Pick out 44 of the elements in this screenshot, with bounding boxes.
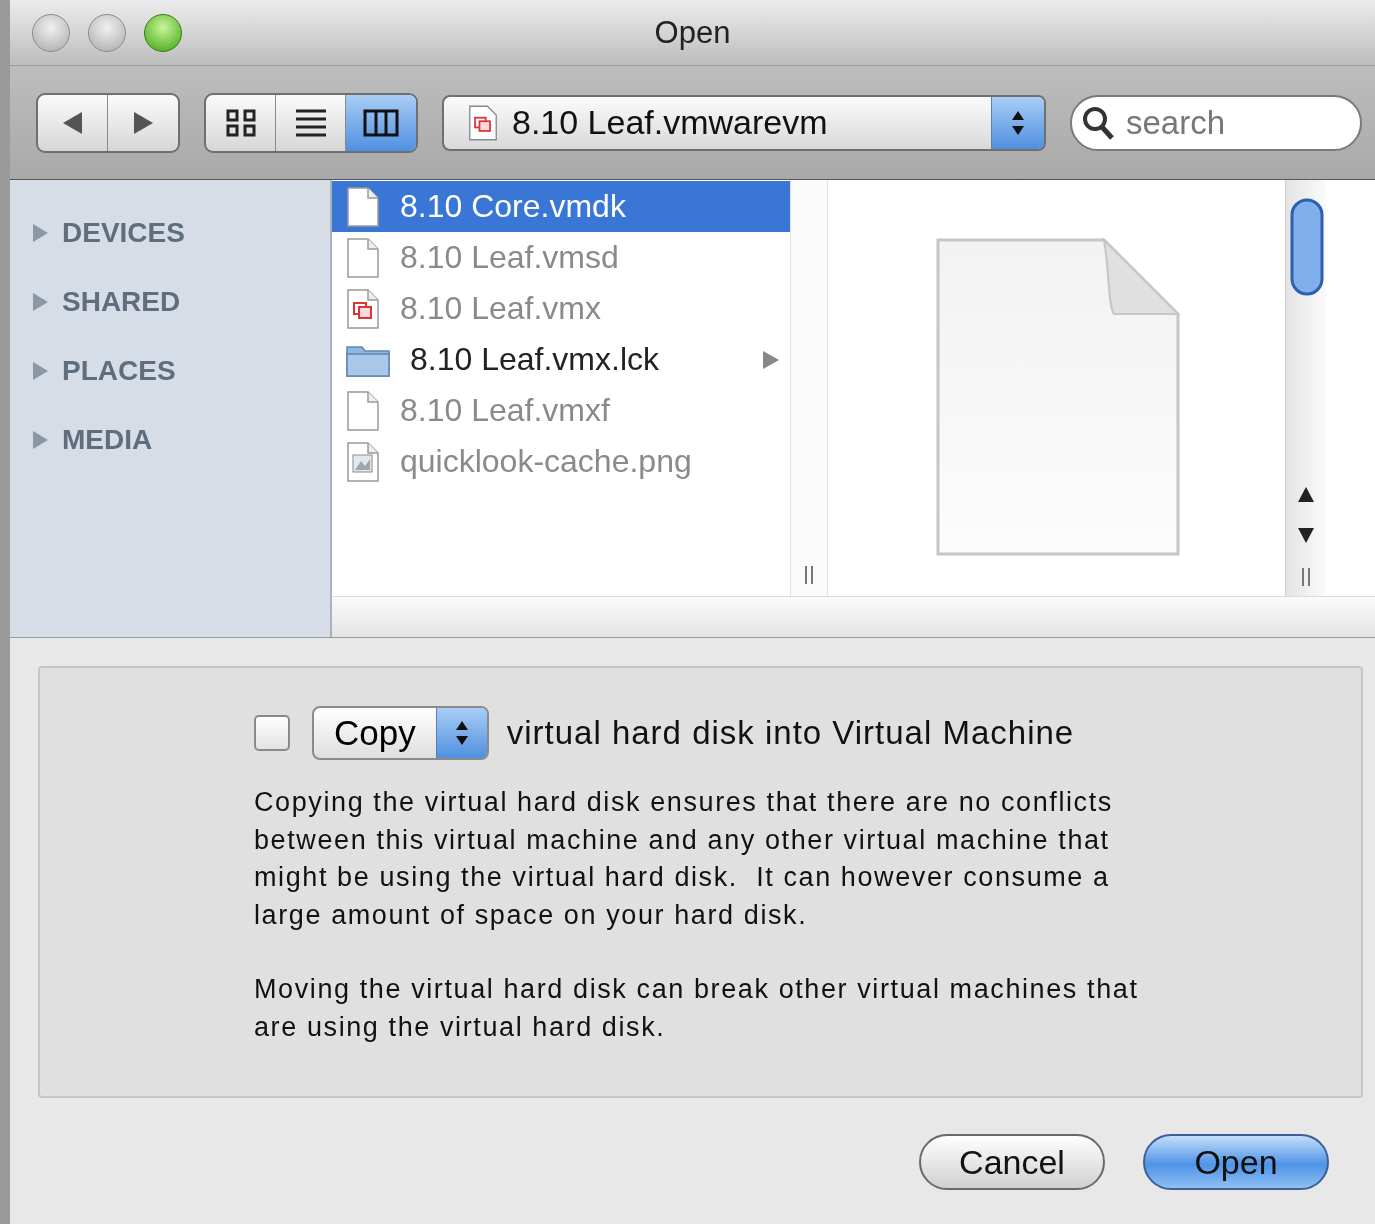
path-popup[interactable]: 8.10 Leaf.vmwarevm: [442, 94, 1046, 151]
search-field[interactable]: search: [1070, 94, 1362, 151]
file-name: 8.10 Leaf.vmx: [400, 290, 602, 327]
document-icon: [346, 186, 380, 227]
document-icon: [346, 237, 380, 278]
zoom-window-button[interactable]: [144, 13, 182, 52]
section-label: DEVICES: [62, 216, 185, 249]
disclosure-arrow-icon: [762, 349, 780, 370]
sidebar-section[interactable]: PLACES: [10, 336, 330, 405]
checkbox[interactable]: [254, 715, 290, 751]
section-label: MEDIA: [62, 423, 153, 456]
sidebar-section[interactable]: DEVICES: [10, 198, 330, 267]
vertical-scrollbar[interactable]: [1285, 180, 1326, 597]
grid-icon: [225, 108, 256, 137]
option-label: virtual hard disk into Virtual Machine: [506, 714, 1075, 752]
file-row[interactable]: 8.10 Leaf.vmx.lck: [332, 334, 790, 385]
file-row[interactable]: 8.10 Core.vmdk: [332, 181, 790, 232]
description-text: Moving the virtual hard disk can break other virtual machines that are using the virtual hard disk.: [254, 973, 1140, 1044]
action-popup[interactable]: Copy: [312, 706, 489, 760]
horizontal-scrollbar[interactable]: [332, 596, 1375, 637]
dialog-button[interactable]: Open: [1143, 1134, 1329, 1190]
sidebar-section[interactable]: SHARED: [10, 267, 330, 336]
search-icon: [1082, 105, 1114, 140]
document-icon: [346, 390, 380, 431]
column-resize-handle[interactable]: [1301, 568, 1311, 587]
file-name: 8.10 Leaf.vmx.lck: [410, 341, 660, 378]
dialog-button[interactable]: Cancel: [919, 1134, 1105, 1190]
section-label: SHARED: [62, 285, 181, 318]
image-file-icon: [346, 441, 380, 482]
description-text: Copying the virtual hard disk ensures that there are no conflicts between this virtual machine and any other virtual machine that might be using the virtual hard disk. It can however consume a large amount of space on your hard disk.: [254, 786, 1114, 932]
sidebar-section[interactable]: MEDIA: [10, 405, 330, 474]
section-label: PLACES: [62, 354, 176, 387]
vm-document-icon: [468, 104, 498, 141]
list-icon: [294, 107, 327, 138]
file-name: 8.10 Core.vmdk: [400, 188, 627, 225]
file-name: 8.10 Leaf.vmxf: [400, 392, 611, 429]
file-name: 8.10 Leaf.vmsd: [400, 239, 620, 276]
scrollbar-thumb[interactable]: [1288, 198, 1324, 298]
column-resize-handle[interactable]: [804, 566, 814, 585]
columns-icon: [363, 108, 399, 137]
window-title: Open: [654, 14, 731, 50]
view-mode-button[interactable]: [346, 94, 416, 151]
document-icon: [346, 288, 380, 329]
file-name: quicklook-cache.png: [400, 443, 693, 480]
